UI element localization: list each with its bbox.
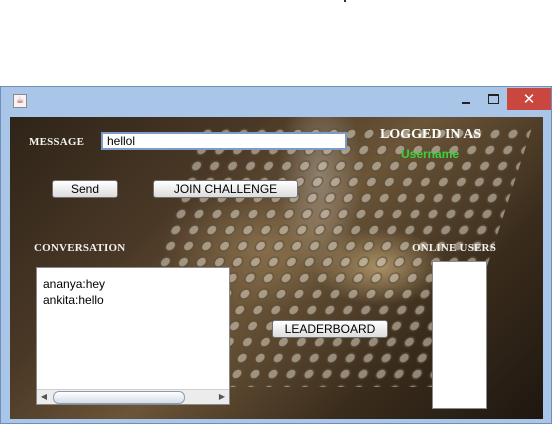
minimize-icon <box>462 102 470 104</box>
chat-panel: MESSAGE LOGGED IN AS Username Send JOIN … <box>10 117 543 419</box>
username-label: Username <box>401 147 460 161</box>
close-icon: ✕ <box>522 90 536 108</box>
horizontal-scrollbar[interactable]: ◀ ▶ <box>37 389 229 404</box>
send-button[interactable]: Send <box>52 180 118 198</box>
maximize-button[interactable] <box>480 88 504 110</box>
conversation-area[interactable]: ananya:hey ankita:hello ◀ ▶ <box>36 267 230 405</box>
arrow-right-icon[interactable]: ▶ <box>215 390 229 404</box>
logged-in-label: LOGGED IN AS <box>380 127 482 142</box>
conversation-label: CONVERSATION <box>34 242 126 254</box>
stray-dot <box>344 0 346 2</box>
conversation-message: ankita:hello <box>43 293 104 307</box>
online-users-label: ONLINE USERS <box>412 242 497 254</box>
close-button[interactable]: ✕ <box>507 88 551 110</box>
conversation-message: ananya:hey <box>43 277 106 291</box>
scroll-thumb[interactable] <box>53 391 185 404</box>
online-users-list[interactable] <box>432 261 487 409</box>
arrow-left-icon[interactable]: ◀ <box>37 390 51 404</box>
maximize-icon <box>488 94 499 104</box>
message-input[interactable] <box>101 132 347 150</box>
background-fragment <box>40 420 80 428</box>
title-bar[interactable]: ☕ ✕ <box>1 87 551 115</box>
conversation-lines: ananya:hey ankita:hello <box>43 276 105 308</box>
java-cup-icon[interactable]: ☕ <box>13 94 27 108</box>
message-label: MESSAGE <box>29 136 85 148</box>
minimize-button[interactable] <box>453 88 477 110</box>
join-challenge-button[interactable]: JOIN CHALLENGE <box>153 180 298 198</box>
leaderboard-button[interactable]: LEADERBOARD <box>272 320 388 338</box>
app-window: ☕ ✕ MESSAGE LOGGED IN AS Username Send J… <box>0 86 552 424</box>
